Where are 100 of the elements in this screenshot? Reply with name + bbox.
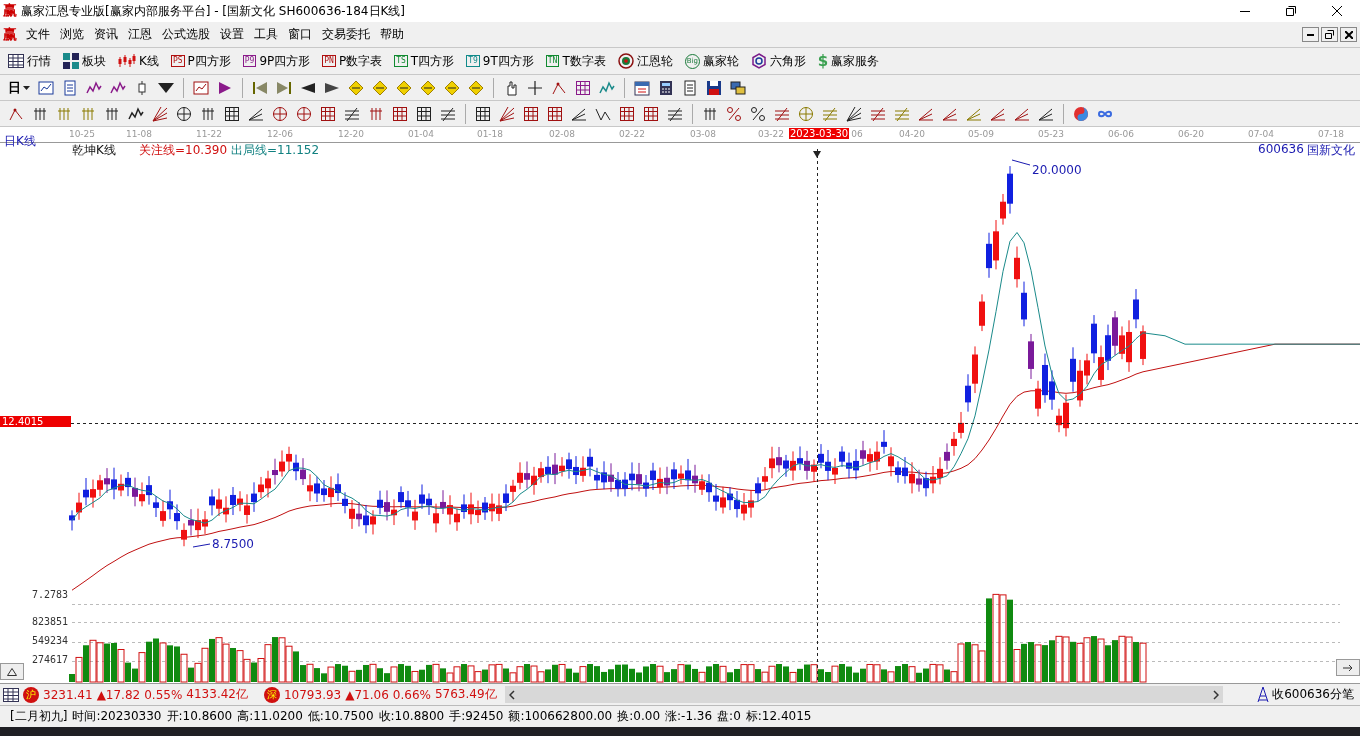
menu-item[interactable]: 窗口	[283, 26, 317, 43]
next-button[interactable]	[1336, 659, 1360, 676]
app-logo: 赢	[3, 2, 17, 20]
status-field: 标:12.4015	[745, 708, 812, 725]
toolbar-button[interactable]: 六角形	[748, 52, 808, 70]
fan-lines-icon	[152, 105, 168, 122]
menu-item[interactable]: 交易委托	[317, 26, 375, 43]
date-label: 07-18	[1317, 129, 1345, 139]
menu-item[interactable]: 文件	[21, 26, 55, 43]
menu-item[interactable]: 帮助	[375, 26, 409, 43]
date-label: 01-04	[407, 129, 435, 139]
menu-item[interactable]: 工具	[249, 26, 283, 43]
comb-icon	[702, 105, 718, 122]
parallel-lines-icon	[870, 105, 886, 122]
circle-lines-icon	[798, 105, 814, 122]
grid-icon	[392, 105, 408, 122]
skip-forward-icon	[276, 79, 292, 96]
restore-button[interactable]	[1321, 27, 1338, 42]
diamond-icon	[420, 79, 436, 96]
badge-icon: TN	[545, 55, 560, 67]
grid-icon	[643, 105, 659, 122]
badge-icon: TS	[394, 55, 408, 67]
index-value: 10793.93	[283, 687, 342, 702]
toolbar-button[interactable]: 江恩轮	[615, 52, 675, 70]
toolbar-button[interactable]: PS P四方形	[168, 52, 233, 70]
date-label: 12-20	[337, 129, 365, 139]
index-amount: 4133.42亿	[186, 686, 248, 703]
low-price-label: 8.7500	[212, 537, 254, 551]
date-label: 03-08	[689, 129, 717, 139]
watch-line-value: 关注线=10.390	[139, 142, 228, 159]
parallel-lines-icon	[774, 105, 790, 122]
grid-icon	[224, 105, 240, 122]
menu-item[interactable]: 设置	[215, 26, 249, 43]
date-label: 03-22	[757, 129, 785, 139]
arrow-right-icon	[1343, 664, 1353, 671]
toolbar-button[interactable]: 行情	[6, 52, 53, 70]
table-icon	[3, 687, 19, 702]
grid-icon	[320, 105, 336, 122]
date-label: 05-09	[967, 129, 995, 139]
menu-item[interactable]: 公式选股	[157, 26, 215, 43]
app-logo: 赢	[3, 25, 17, 44]
calendar-icon	[634, 79, 650, 96]
menu-item[interactable]: 浏览	[55, 26, 89, 43]
toolbar-button[interactable]: $ 赢家服务	[815, 52, 882, 70]
date-label: 10-25	[68, 129, 96, 139]
minimize-button[interactable]	[1302, 27, 1319, 42]
document-icon	[62, 79, 78, 96]
status-field: 开:10.8600	[166, 708, 233, 725]
percent-icon	[726, 105, 742, 122]
volume-axis-label: 823851	[32, 616, 69, 627]
index-percent: 0.55%	[144, 687, 183, 702]
status-field: 手:92450	[449, 708, 504, 725]
toolbar-button[interactable]: K线	[116, 52, 161, 70]
grid-icon	[416, 105, 432, 122]
document-icon	[682, 79, 698, 96]
volume-axis-label: 549234	[32, 635, 69, 646]
calculator-icon	[658, 79, 674, 96]
period-button[interactable]: 日	[6, 77, 32, 98]
fan-lines-icon	[846, 105, 862, 122]
tower-icon	[1257, 687, 1270, 702]
wave-icon	[86, 79, 102, 96]
date-label: 11-08	[125, 129, 153, 139]
date-label: 11-22	[195, 129, 223, 139]
diamond-icon	[468, 79, 484, 96]
market-seal: 深	[263, 686, 280, 703]
status-field: [二月初九]	[10, 708, 68, 725]
cursor-date: 2023-03-30	[789, 128, 850, 139]
toolbar-button[interactable]: TN T数字表	[543, 52, 608, 70]
ticks-button[interactable]: 收600636分笔	[1251, 685, 1360, 704]
period-label: 日K线	[4, 133, 36, 150]
restore-icon	[1325, 30, 1334, 39]
diamond-icon	[372, 79, 388, 96]
blocks-icon	[63, 53, 79, 69]
index-value: 3231.41	[43, 687, 93, 702]
window-title: 赢家江恩专业版[赢家内部服务平台] - [国新文化 SH600636-184日K线]	[21, 2, 407, 20]
grid-icon	[619, 105, 635, 122]
grid-icon	[523, 105, 539, 122]
toolbar-button[interactable]: PN P数字表	[320, 52, 385, 70]
date-label: 06-06	[1107, 129, 1135, 139]
close-icon	[1332, 6, 1342, 16]
expand-button[interactable]	[0, 663, 24, 680]
comb-icon	[104, 105, 120, 122]
menu-item[interactable]: 资讯	[89, 26, 123, 43]
restore-icon	[1286, 6, 1296, 16]
date-label: 02-22	[618, 129, 646, 139]
parallel-lines-icon	[822, 105, 838, 122]
crosshair-icon	[527, 79, 543, 96]
close-button[interactable]	[1340, 27, 1357, 42]
percent-icon	[750, 105, 766, 122]
price-axis-label: 7.2783	[32, 589, 69, 600]
toolbar-button[interactable]: P9 9P四方形	[240, 52, 313, 70]
toolbar-button[interactable]: TS T四方形	[392, 52, 457, 70]
toolbar-button[interactable]: T9 9T四方形	[464, 52, 536, 70]
target-icon	[617, 53, 634, 69]
toolbar-button[interactable]: 板块	[61, 52, 108, 70]
caret-icon	[23, 85, 30, 90]
scrollbar[interactable]	[504, 686, 1224, 703]
menu-item[interactable]: 江恩	[123, 26, 157, 43]
grid-icon	[575, 79, 591, 96]
parallel-lines-icon	[440, 105, 456, 122]
